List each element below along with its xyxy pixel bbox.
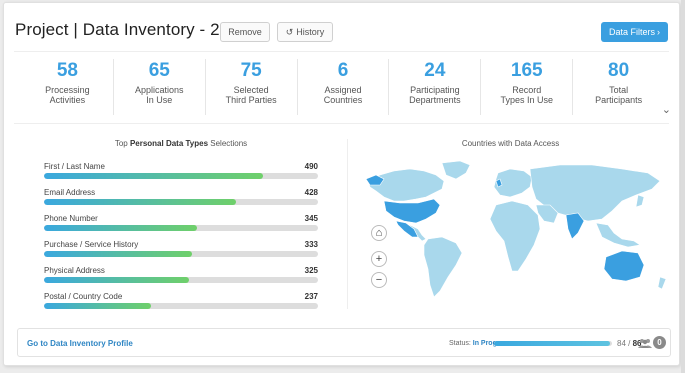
history-button[interactable]: ↺ History xyxy=(277,22,333,42)
data-types-title: Top Personal Data Types Selections xyxy=(114,139,248,148)
data-type-bar xyxy=(44,173,318,179)
page-title: Project | Data Inventory - 2018 xyxy=(15,20,249,39)
home-icon: ⌂ xyxy=(375,227,383,239)
stat-processing-activities[interactable]: 58 Processing Activities xyxy=(22,59,114,115)
map-region-usa-highlight xyxy=(383,198,441,224)
expand-chevron-down-icon[interactable]: ⌄ xyxy=(662,103,671,116)
data-type-count: 428 xyxy=(304,188,318,197)
chevron-right-icon: › xyxy=(657,27,660,37)
remove-button[interactable]: Remove xyxy=(220,22,270,42)
data-type-count: 333 xyxy=(304,240,318,249)
map-region-japan xyxy=(635,194,645,208)
stat-value: 58 xyxy=(56,60,78,81)
map-zoom-in-button[interactable]: + xyxy=(371,251,387,267)
stat-applications-in-use[interactable]: 65 Applications In Use xyxy=(114,59,206,115)
participants-indicator[interactable]: 0 xyxy=(638,336,666,349)
status-progress-bar xyxy=(494,341,612,346)
data-type-row[interactable]: Purchase / Service History 333 xyxy=(44,240,318,264)
stat-value: 24 xyxy=(424,60,446,81)
data-type-bar-fill xyxy=(44,251,192,257)
stat-selected-third-parties[interactable]: 75 Selected Third Parties xyxy=(206,59,298,115)
map-region-australia-highlight xyxy=(603,250,645,282)
plus-icon: + xyxy=(375,253,383,265)
panel-divider xyxy=(347,139,348,309)
map-home-button[interactable]: ⌂ xyxy=(371,225,387,241)
stat-value: 65 xyxy=(148,60,170,81)
data-type-row[interactable]: Postal / Country Code 237 xyxy=(44,292,318,316)
stat-label: Processing Activities xyxy=(45,85,90,105)
data-type-label: Purchase / Service History xyxy=(44,240,139,249)
people-icon xyxy=(638,338,652,348)
minus-icon: − xyxy=(375,274,383,286)
data-type-row[interactable]: Physical Address 325 xyxy=(44,266,318,290)
data-type-count: 325 xyxy=(304,266,318,275)
stat-label: Applications In Use xyxy=(135,85,184,105)
map-region-new-zealand xyxy=(657,276,667,290)
stat-total-participants[interactable]: 80 Total Participants xyxy=(573,59,664,115)
data-filters-label: Data Filters xyxy=(608,27,655,37)
data-type-bar-fill xyxy=(44,277,190,283)
data-type-bar-fill xyxy=(44,173,264,179)
stat-assigned-countries[interactable]: 6 Assigned Countries xyxy=(298,59,390,115)
data-type-bar xyxy=(44,225,318,231)
header-divider xyxy=(14,51,669,52)
data-type-count: 345 xyxy=(304,214,318,223)
data-type-row[interactable]: First / Last Name 490 xyxy=(44,162,318,186)
data-type-bar xyxy=(44,251,318,257)
data-inventory-card: Project | Data Inventory - 2018 Remove ↺… xyxy=(3,2,680,366)
page-scrollbar[interactable] xyxy=(681,0,685,373)
data-type-bar-fill xyxy=(44,303,151,309)
history-button-label: History xyxy=(296,27,325,37)
map-zoom-out-button[interactable]: − xyxy=(371,272,387,288)
stat-participating-departments[interactable]: 24 Participating Departments xyxy=(389,59,482,115)
status-progress-fill xyxy=(494,341,610,346)
stat-label: Selected Third Parties xyxy=(225,85,277,105)
data-type-bar xyxy=(44,303,318,309)
history-icon: ↺ xyxy=(285,26,294,37)
data-type-label: First / Last Name xyxy=(44,162,105,171)
stat-value: 80 xyxy=(608,60,630,81)
data-type-label: Postal / Country Code xyxy=(44,292,123,301)
stat-value: 6 xyxy=(337,60,349,81)
map-region-southeast-asia xyxy=(595,222,641,248)
stat-value: 75 xyxy=(240,60,262,81)
remove-button-label: Remove xyxy=(228,27,262,37)
data-type-row[interactable]: Phone Number 345 xyxy=(44,214,318,238)
go-to-profile-link[interactable]: Go to Data Inventory Profile xyxy=(27,339,133,348)
map-region-south-america xyxy=(423,236,463,298)
data-type-bar xyxy=(44,199,318,205)
card-header: Project | Data Inventory - 2018 Remove ↺… xyxy=(4,3,679,53)
card-footer: Go to Data Inventory Profile Status: In … xyxy=(17,328,671,357)
map-title: Countries with Data Access xyxy=(461,139,560,148)
data-type-bar-fill xyxy=(44,225,198,231)
data-type-count: 237 xyxy=(304,292,318,301)
stat-label: Assigned Countries xyxy=(323,85,363,105)
data-type-bar-fill xyxy=(44,199,236,205)
stat-value: 165 xyxy=(510,60,543,81)
stat-label: Record Types In Use xyxy=(500,85,553,105)
stat-record-types[interactable]: 165 Record Types In Use xyxy=(481,59,574,115)
map-region-india-highlight xyxy=(565,212,585,240)
data-type-label: Email Address xyxy=(44,188,96,197)
map-region-greenland xyxy=(441,160,471,180)
data-filters-button[interactable]: Data Filters › xyxy=(601,22,668,42)
participants-badge: 0 xyxy=(653,336,666,349)
stats-strip: 58 Processing Activities 65 Applications I… xyxy=(22,59,664,115)
data-type-count: 490 xyxy=(304,162,318,171)
world-map[interactable] xyxy=(360,159,672,301)
data-type-label: Phone Number xyxy=(44,214,98,223)
data-type-bar xyxy=(44,277,318,283)
stats-divider xyxy=(14,123,669,124)
map-region-africa xyxy=(489,200,541,272)
data-type-label: Physical Address xyxy=(44,266,105,275)
stat-label: Participating Departments xyxy=(409,85,461,105)
stat-label: Total Participants xyxy=(595,85,643,105)
data-type-row[interactable]: Email Address 428 xyxy=(44,188,318,212)
